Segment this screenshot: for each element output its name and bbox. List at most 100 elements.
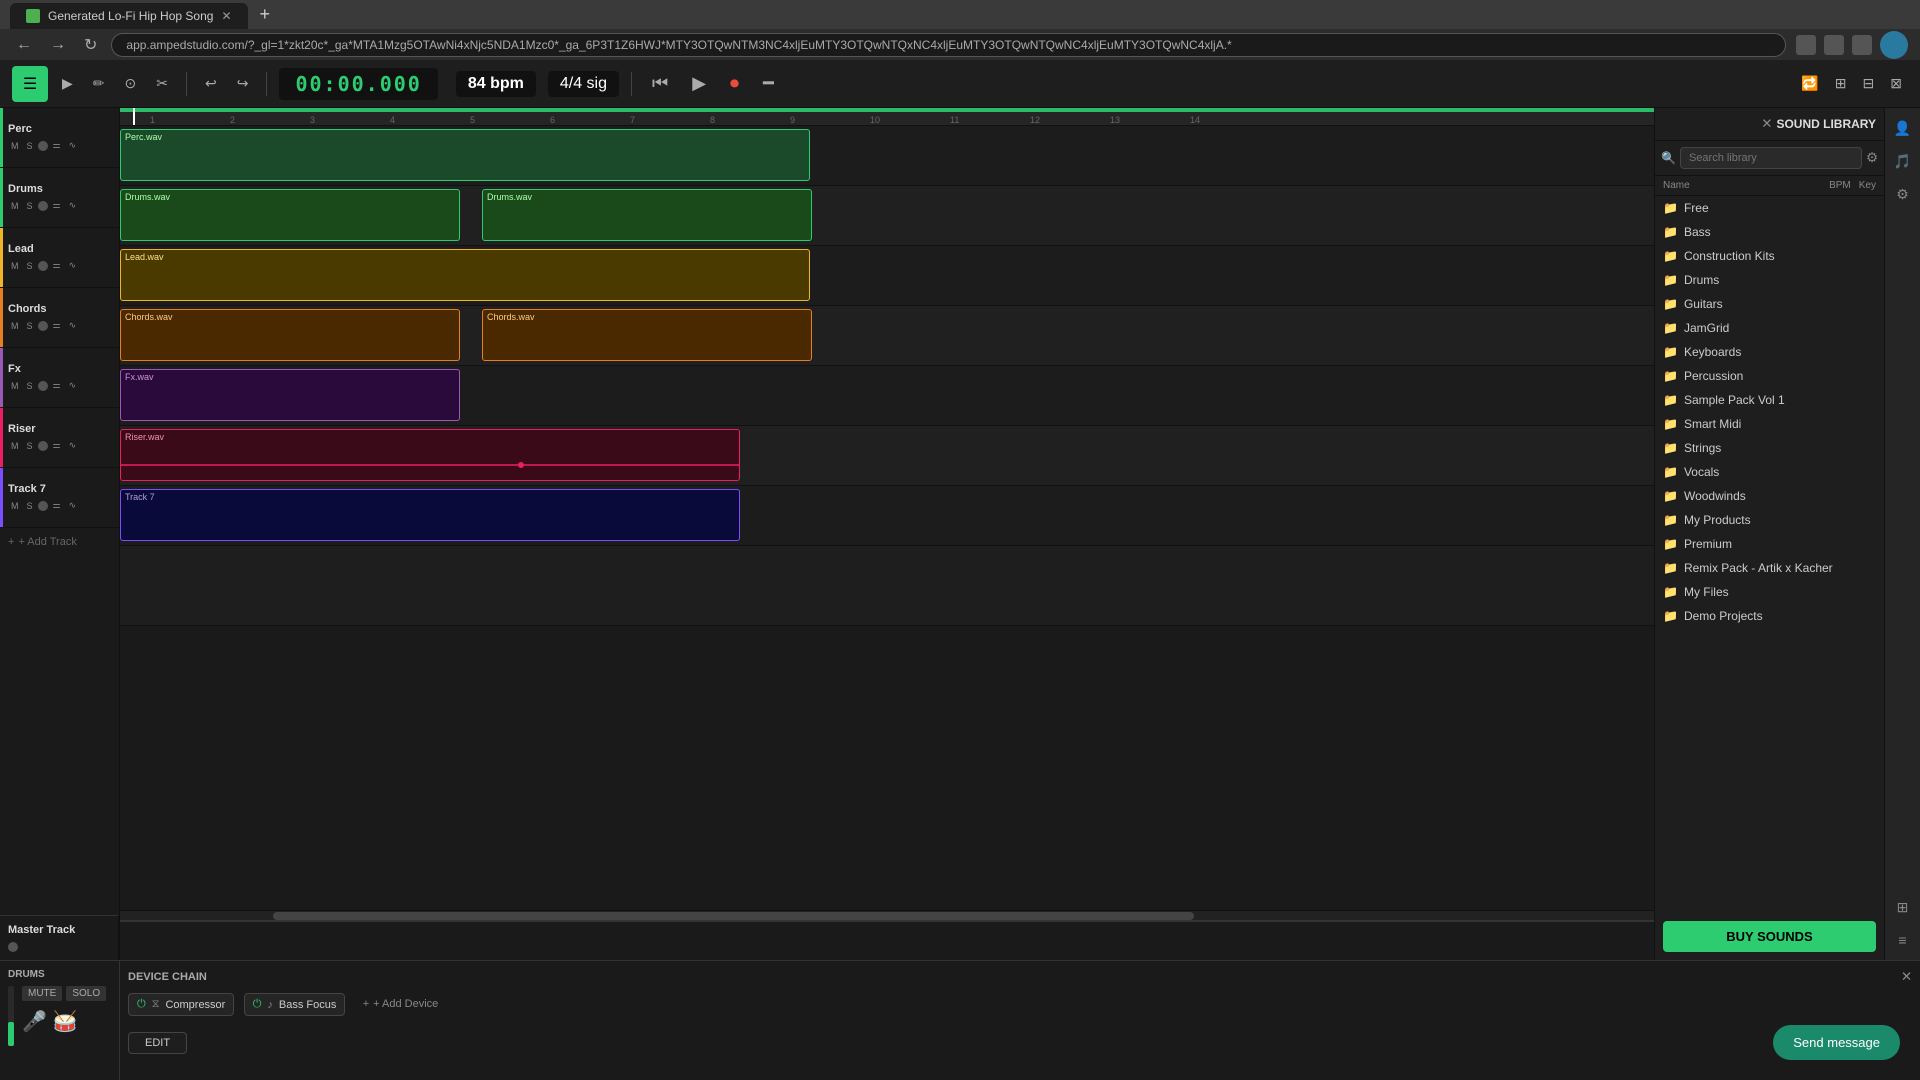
volume-button[interactable]: ━ xyxy=(755,69,782,98)
lead-more[interactable]: ∿ xyxy=(66,259,80,272)
undo-button[interactable]: ↩ xyxy=(199,71,223,96)
lead-mute[interactable]: M xyxy=(8,260,22,272)
address-input[interactable] xyxy=(111,33,1786,57)
cut-tool[interactable]: ✂ xyxy=(150,71,174,96)
redo-button[interactable]: ↪ xyxy=(231,71,255,96)
lead-clip[interactable]: Lead.wav xyxy=(120,249,810,301)
lib-item-percussion[interactable]: 📁 Percussion xyxy=(1655,364,1884,388)
pencil-tool[interactable]: ✏ xyxy=(87,71,111,96)
vert-icon-1[interactable]: 👤 xyxy=(1890,116,1915,141)
send-message-button[interactable]: Send message xyxy=(1773,1025,1900,1060)
vert-icon-2[interactable]: 🎵 xyxy=(1890,149,1915,174)
drums-more[interactable]: ∿ xyxy=(66,199,80,212)
riser-volume[interactable] xyxy=(38,441,48,451)
play-button[interactable]: ▶ xyxy=(684,69,714,98)
drums-mute[interactable]: M xyxy=(8,200,22,212)
drums-solo[interactable]: S xyxy=(24,200,36,212)
lib-item-bass[interactable]: 📁 Bass xyxy=(1655,220,1884,244)
track7-clip[interactable]: Track 7 xyxy=(120,489,740,541)
lib-item-jamgrid[interactable]: 📁 JamGrid xyxy=(1655,316,1884,340)
lib-item-strings[interactable]: 📁 Strings xyxy=(1655,436,1884,460)
timeline-ruler[interactable]: 1 2 3 4 5 6 7 8 9 10 11 12 13 14 xyxy=(120,108,1654,126)
perc-eq[interactable]: ⚌ xyxy=(50,139,64,152)
chords-clip-1[interactable]: Chords.wav xyxy=(120,309,460,361)
lib-item-premium[interactable]: 📁 Premium xyxy=(1655,532,1884,556)
back-button[interactable]: ← xyxy=(12,32,36,58)
drums-eq[interactable]: ⚌ xyxy=(50,199,64,212)
profile-icon[interactable] xyxy=(1880,31,1908,59)
riser-mute[interactable]: M xyxy=(8,440,22,452)
fx-eq[interactable]: ⚌ xyxy=(50,379,64,392)
lead-eq[interactable]: ⚌ xyxy=(50,259,64,272)
track-lane-riser[interactable]: Riser.wav xyxy=(120,426,1654,486)
chords-clip-2[interactable]: Chords.wav xyxy=(482,309,812,361)
vert-icon-3[interactable]: ⚙ xyxy=(1892,182,1913,207)
riser-solo[interactable]: S xyxy=(24,440,36,452)
bpm-display[interactable]: 84 bpm xyxy=(456,71,536,97)
bottom-solo-button[interactable]: SOLO xyxy=(66,986,106,1001)
lead-volume[interactable] xyxy=(38,261,48,271)
new-tab-button[interactable]: + xyxy=(252,0,279,29)
perc-more[interactable]: ∿ xyxy=(66,139,80,152)
lib-item-drums[interactable]: 📁 Drums xyxy=(1655,268,1884,292)
lib-item-free[interactable]: 📁 Free xyxy=(1655,196,1884,220)
lib-item-myproducts[interactable]: 📁 My Products xyxy=(1655,508,1884,532)
track7-solo[interactable]: S xyxy=(24,500,36,512)
go-start-button[interactable]: ⏮ xyxy=(644,69,676,98)
vert-icon-bottom-1[interactable]: ⊞ xyxy=(1893,895,1913,920)
loop-button[interactable]: 🔁 xyxy=(1795,71,1824,96)
device-compressor[interactable]: ⏻ ⧖ Compressor xyxy=(128,993,234,1016)
lib-item-woodwinds[interactable]: 📁 Woodwinds xyxy=(1655,484,1884,508)
fx-more[interactable]: ∿ xyxy=(66,379,80,392)
track-lane-fx[interactable]: Fx.wav xyxy=(120,366,1654,426)
erase-tool[interactable]: ⊙ xyxy=(119,71,143,96)
select-tool[interactable]: ▶ xyxy=(56,71,79,96)
h-scrollbar[interactable] xyxy=(120,910,1654,920)
track7-more[interactable]: ∿ xyxy=(66,499,80,512)
forward-button[interactable]: → xyxy=(46,32,70,58)
tab-close-button[interactable]: ✕ xyxy=(221,9,231,23)
active-tab[interactable]: Generated Lo-Fi Hip Hop Song ✕ xyxy=(10,3,248,29)
device-chain-close[interactable]: ✕ xyxy=(1901,969,1912,985)
chords-solo[interactable]: S xyxy=(24,320,36,332)
lib-item-remix[interactable]: 📁 Remix Pack - Artik x Kacher xyxy=(1655,556,1884,580)
riser-clip[interactable]: Riser.wav xyxy=(120,429,740,481)
track-lane-perc[interactable]: Perc.wav xyxy=(120,126,1654,186)
fx-volume[interactable] xyxy=(38,381,48,391)
lib-item-smartmidi[interactable]: 📁 Smart Midi xyxy=(1655,412,1884,436)
chords-volume[interactable] xyxy=(38,321,48,331)
fx-solo[interactable]: S xyxy=(24,380,36,392)
lib-item-construction[interactable]: 📁 Construction Kits xyxy=(1655,244,1884,268)
perc-mute[interactable]: M xyxy=(8,140,22,152)
riser-more[interactable]: ∿ xyxy=(66,439,80,452)
chords-mute[interactable]: M xyxy=(8,320,22,332)
perc-volume[interactable] xyxy=(38,141,48,151)
tool-b[interactable]: ⊟ xyxy=(1857,71,1881,96)
filter-button[interactable]: ⚙ xyxy=(1866,150,1878,166)
device-bass-focus[interactable]: ⏻ ♪ Bass Focus xyxy=(244,993,346,1016)
fx-mute[interactable]: M xyxy=(8,380,22,392)
track7-mute[interactable]: M xyxy=(8,500,22,512)
track7-eq[interactable]: ⚌ xyxy=(50,499,64,512)
tool-a[interactable]: ⊞ xyxy=(1829,71,1853,96)
lib-item-vocals[interactable]: 📁 Vocals xyxy=(1655,460,1884,484)
track-lane-track7[interactable]: Track 7 xyxy=(120,486,1654,546)
panel-close-button[interactable]: ✕ xyxy=(1761,116,1772,132)
lib-item-demoprojects[interactable]: 📁 Demo Projects xyxy=(1655,604,1884,628)
drums-clip-2[interactable]: Drums.wav xyxy=(482,189,812,241)
sig-display[interactable]: 4/4 sig xyxy=(548,71,619,97)
track-lane-lead[interactable]: Lead.wav xyxy=(120,246,1654,306)
drums-clip-1[interactable]: Drums.wav xyxy=(120,189,460,241)
add-device-button[interactable]: + + Add Device xyxy=(355,994,447,1014)
chords-eq[interactable]: ⚌ xyxy=(50,319,64,332)
chords-more[interactable]: ∿ xyxy=(66,319,80,332)
bottom-mute-button[interactable]: MUTE xyxy=(22,986,62,1001)
empty-lane[interactable] xyxy=(120,546,1654,626)
lib-item-keyboards[interactable]: 📁 Keyboards xyxy=(1655,340,1884,364)
drums-volume[interactable] xyxy=(38,201,48,211)
perc-clip[interactable]: Perc.wav xyxy=(120,129,810,181)
reload-button[interactable]: ↻ xyxy=(80,31,101,59)
tracks-scroll[interactable]: Perc.wav Drums.wav xyxy=(120,126,1654,910)
lib-item-guitars[interactable]: 📁 Guitars xyxy=(1655,292,1884,316)
edit-button[interactable]: EDIT xyxy=(128,1032,187,1054)
